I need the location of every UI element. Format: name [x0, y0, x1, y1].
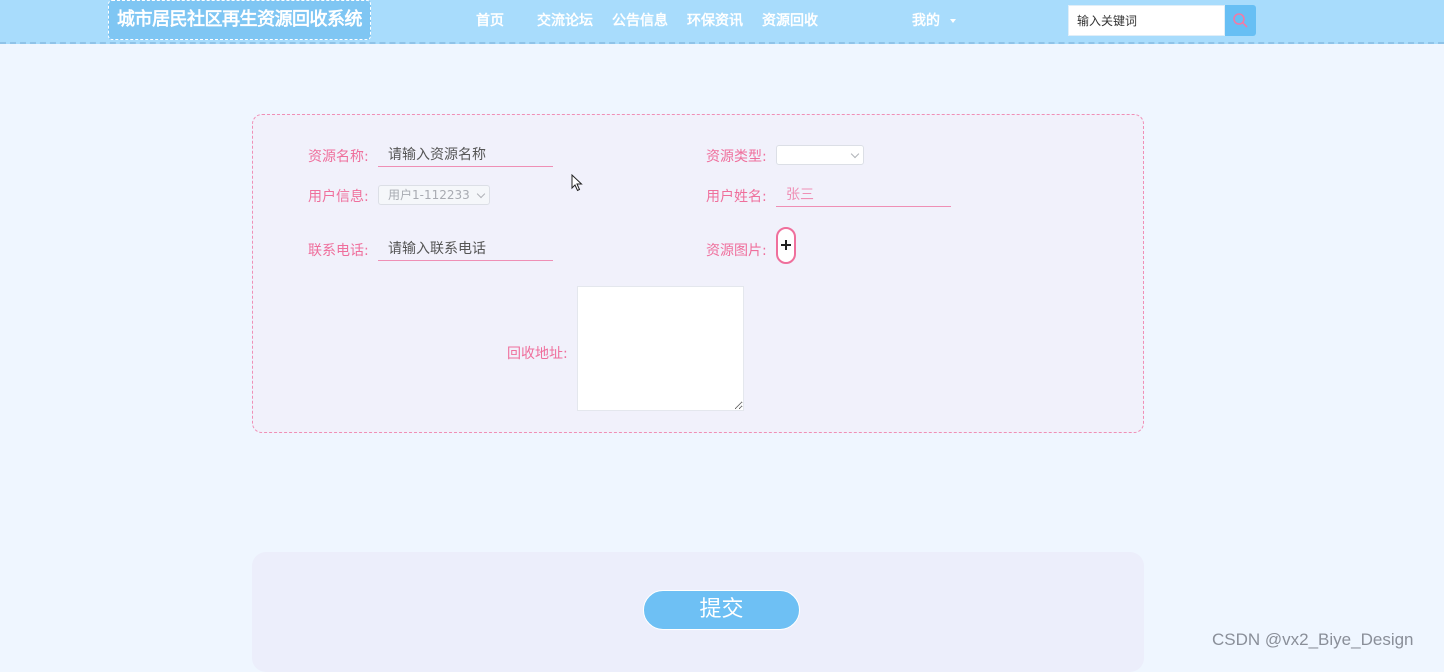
user-name-label: 用户姓名: — [706, 189, 767, 205]
user-info-select[interactable]: 用户1-112233 — [378, 185, 490, 205]
nav-item-announcements[interactable]: 公告信息 — [612, 0, 668, 42]
chevron-down-icon — [476, 189, 486, 199]
search-input[interactable] — [1068, 5, 1225, 36]
mouse-cursor-icon — [571, 174, 583, 192]
search-button[interactable] — [1225, 5, 1256, 36]
phone-label: 联系电话: — [308, 243, 369, 259]
address-label: 回收地址: — [507, 346, 568, 362]
watermark-text: CSDN @vx2_Biye_Design — [1212, 630, 1414, 649]
user-menu[interactable]: 我的 — [912, 0, 956, 42]
chevron-down-icon — [850, 149, 860, 159]
resource-name-input[interactable] — [378, 143, 553, 167]
nav-item-forum[interactable]: 交流论坛 — [537, 0, 593, 42]
nav-item-eco-news[interactable]: 环保资讯 — [687, 0, 743, 42]
address-textarea[interactable] — [577, 286, 744, 411]
user-name-field — [776, 183, 951, 207]
user-info-label: 用户信息: — [308, 189, 369, 205]
image-upload-button[interactable] — [776, 227, 796, 264]
caret-down-icon — [950, 19, 956, 23]
resource-type-select[interactable] — [776, 145, 864, 165]
resource-name-label: 资源名称: — [308, 149, 369, 165]
user-menu-label: 我的 — [912, 13, 940, 29]
resource-image-label: 资源图片: — [706, 243, 767, 259]
site-logo-title[interactable]: 城市居民社区再生资源回收系统 — [108, 0, 371, 40]
nav-item-resource-recycling[interactable]: 资源回收 — [762, 0, 818, 42]
user-info-value: 用户1-112233 — [388, 188, 470, 202]
submit-button[interactable]: 提交 — [643, 590, 800, 630]
phone-input[interactable] — [378, 237, 553, 261]
resource-type-label: 资源类型: — [706, 149, 767, 165]
top-navbar: 城市居民社区再生资源回收系统 首页 交流论坛 公告信息 环保资讯 资源回收 我的 — [0, 0, 1444, 44]
search-icon — [1233, 13, 1248, 28]
nav-item-home[interactable]: 首页 — [476, 0, 504, 42]
